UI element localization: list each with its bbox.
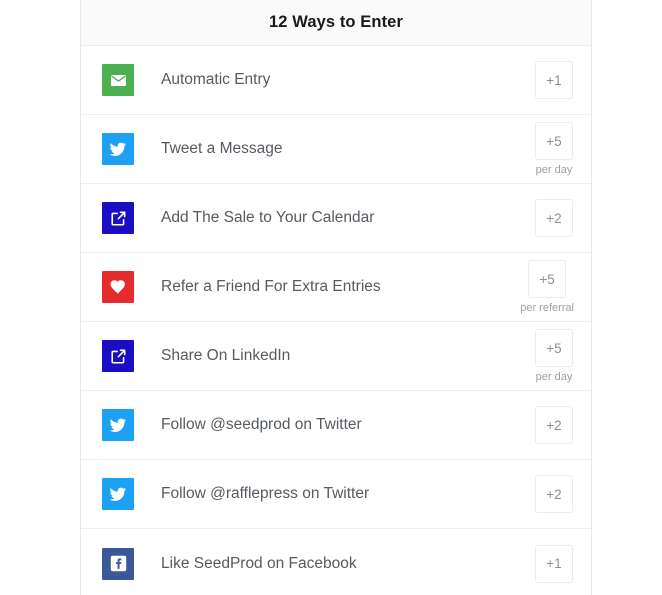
points-badge: +2 xyxy=(535,406,573,444)
entry-label: Follow @rafflepress on Twitter xyxy=(161,485,370,502)
entry-points: +5 per referral xyxy=(520,260,574,314)
external-link-icon xyxy=(102,340,134,372)
facebook-icon xyxy=(102,547,134,580)
points-frequency-label: per referral xyxy=(520,302,574,314)
entry-label: Add The Sale to Your Calendar xyxy=(161,209,375,226)
twitter-icon xyxy=(102,133,134,165)
points-badge: +1 xyxy=(535,544,573,583)
external-link-icon xyxy=(102,202,134,234)
twitter-icon xyxy=(102,409,134,441)
giveaway-entry-widget: 12 Ways to Enter Automatic Entry +1 Tweet … xyxy=(80,0,592,595)
points-badge: +1 xyxy=(535,61,573,99)
envelope-icon xyxy=(102,64,134,96)
entry-label: Tweet a Message xyxy=(161,140,283,157)
entry-row[interactable]: Follow @rafflepress on Twitter +2 xyxy=(81,460,591,529)
entry-points: +5 per day xyxy=(534,329,574,383)
points-frequency-label: per day xyxy=(535,371,573,383)
twitter-icon xyxy=(102,478,134,510)
entry-label: Automatic Entry xyxy=(161,71,271,88)
points-badge: +5 xyxy=(528,260,567,298)
entry-row[interactable]: Follow @seedprod on Twitter +2 xyxy=(81,391,591,460)
entry-row[interactable]: Automatic Entry +1 xyxy=(81,46,591,115)
entry-points: +1 xyxy=(534,544,574,583)
entry-points: +2 xyxy=(534,199,574,237)
points-badge: +5 xyxy=(535,122,573,160)
entry-list: Automatic Entry +1 Tweet a Message +5 per da… xyxy=(81,46,591,595)
heart-icon xyxy=(102,271,134,303)
entry-label: Share On LinkedIn xyxy=(161,347,291,364)
page-title: 12 Ways to Enter xyxy=(269,13,403,31)
points-frequency-label: per day xyxy=(535,164,573,176)
entry-points: +2 xyxy=(534,475,574,513)
entry-row[interactable]: Tweet a Message +5 per day xyxy=(81,115,591,184)
entry-row[interactable]: Share On LinkedIn +5 per day xyxy=(81,322,591,391)
entry-points: +5 per day xyxy=(534,122,574,176)
entry-row[interactable]: Refer a Friend For Extra Entries +5 per re… xyxy=(81,253,591,322)
entry-row[interactable]: Like SeedProd on Facebook +1 xyxy=(81,529,591,595)
entry-row[interactable]: Add The Sale to Your Calendar +2 xyxy=(81,184,591,253)
widget-header: 12 Ways to Enter xyxy=(81,0,591,46)
points-badge: +5 xyxy=(535,329,573,367)
entry-points: +1 xyxy=(534,61,574,99)
entry-label: Refer a Friend For Extra Entries xyxy=(161,278,381,295)
entry-label: Like SeedProd on Facebook xyxy=(161,554,357,572)
points-badge: +2 xyxy=(535,475,573,513)
entry-points: +2 xyxy=(534,406,574,444)
entry-label: Follow @seedprod on Twitter xyxy=(161,416,362,433)
points-badge: +2 xyxy=(535,199,573,237)
